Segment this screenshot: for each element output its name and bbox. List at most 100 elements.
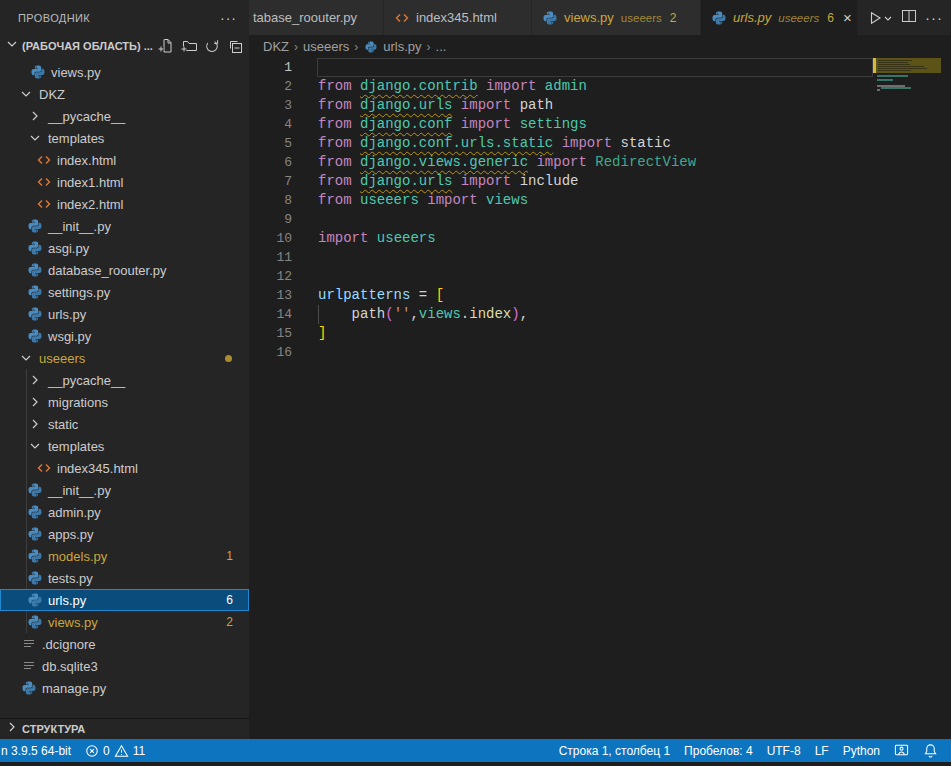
problems-status[interactable]: 0 11 bbox=[78, 744, 152, 758]
line-number: 5 bbox=[249, 134, 292, 153]
tree-item-static[interactable]: static bbox=[0, 413, 249, 435]
file-file-icon bbox=[21, 636, 37, 652]
chevron-right-icon bbox=[27, 108, 43, 124]
minimap[interactable] bbox=[873, 58, 941, 258]
line-number: 14 bbox=[249, 305, 292, 324]
editor-indent-guide bbox=[318, 305, 319, 324]
modified-dot bbox=[225, 355, 232, 362]
chevron-down-icon bbox=[18, 86, 34, 102]
tree-item-views-py[interactable]: views.py2 bbox=[0, 611, 249, 633]
tree-item-apps-py[interactable]: apps.py bbox=[0, 523, 249, 545]
tree-item-templates[interactable]: templates bbox=[0, 127, 249, 149]
line-number: 3 bbox=[249, 96, 292, 115]
tree-item-DKZ[interactable]: DKZ bbox=[0, 83, 249, 105]
python-version-status[interactable]: n 3.9.5 64-bit bbox=[0, 744, 78, 758]
warning-icon bbox=[114, 744, 129, 758]
code-line-11: 11 bbox=[249, 248, 951, 267]
code-editor[interactable]: 12from django.contrib import admin3from … bbox=[249, 58, 951, 362]
html-file-icon bbox=[36, 196, 52, 212]
code-line-16: 16 bbox=[249, 343, 951, 362]
py-file-icon bbox=[542, 10, 558, 26]
html-file-icon bbox=[36, 174, 52, 190]
tree-item-index-html[interactable]: index.html bbox=[0, 149, 249, 171]
feedback-icon[interactable] bbox=[887, 743, 916, 758]
new-file-icon[interactable] bbox=[158, 38, 174, 54]
eol-status[interactable]: LF bbox=[808, 744, 836, 758]
breadcrumb-item[interactable]: ... bbox=[436, 39, 447, 54]
breadcrumb-item[interactable]: DKZ bbox=[263, 39, 289, 54]
code-line-1: 1 bbox=[249, 58, 951, 77]
chevron-right-icon bbox=[27, 394, 43, 410]
py-file-icon bbox=[27, 482, 43, 498]
py-file-icon bbox=[21, 680, 37, 696]
line-number: 10 bbox=[249, 229, 292, 248]
encoding-status[interactable]: UTF-8 bbox=[760, 744, 808, 758]
code-line-9: 9 bbox=[249, 210, 951, 229]
chevron-down-icon bbox=[27, 130, 43, 146]
tab-index345-html[interactable]: index345.html bbox=[384, 0, 531, 35]
editor-actions: ··· bbox=[867, 0, 951, 35]
refresh-icon[interactable] bbox=[204, 38, 220, 54]
html-file-icon bbox=[394, 10, 410, 26]
tree-item-index2-html[interactable]: index2.html bbox=[0, 193, 249, 215]
tree-item-templates[interactable]: templates bbox=[0, 435, 249, 457]
line-number: 1 bbox=[249, 58, 292, 77]
tree-item-admin-py[interactable]: admin.py bbox=[0, 501, 249, 523]
notifications-bell-icon[interactable] bbox=[916, 743, 945, 758]
breadcrumb-item[interactable]: urls.py bbox=[383, 39, 421, 54]
structure-section-header[interactable]: СТРУКТУРА bbox=[0, 718, 249, 739]
workspace-section-header[interactable]: (РАБОЧАЯ ОБЛАСТЬ) ... bbox=[0, 35, 249, 57]
tree-item-index1-html[interactable]: index1.html bbox=[0, 171, 249, 193]
tree-item--pycache-[interactable]: __pycache__ bbox=[0, 105, 249, 127]
tree-item-asgi-py[interactable]: asgi.py bbox=[0, 237, 249, 259]
py-file-icon bbox=[27, 592, 43, 608]
py-file-icon bbox=[27, 306, 43, 322]
py-file-icon bbox=[30, 64, 46, 80]
tree-item-db-sqlite3[interactable]: db.sqlite3 bbox=[0, 655, 249, 677]
explorer-sidebar: ПРОВОДНИК ··· (РАБОЧАЯ ОБЛАСТЬ) ... view… bbox=[0, 0, 249, 739]
tree-item-index345-html[interactable]: index345.html bbox=[0, 457, 249, 479]
tree-item--pycache-[interactable]: __pycache__ bbox=[0, 369, 249, 391]
tree-item-urls-py[interactable]: urls.py bbox=[0, 303, 249, 325]
tab-bar: tabase_roouter.pyindex345.htmlviews.pyus… bbox=[249, 0, 951, 35]
explorer-more-icon[interactable]: ··· bbox=[220, 10, 237, 26]
code-line-6: 6from django.views.generic import Redire… bbox=[249, 153, 951, 172]
window-bottom-edge bbox=[0, 762, 951, 766]
breadcrumb-item[interactable]: useeers bbox=[303, 39, 349, 54]
breadcrumb-separator: › bbox=[354, 40, 358, 54]
tree-item-settings-py[interactable]: settings.py bbox=[0, 281, 249, 303]
editor-group: tabase_roouter.pyindex345.htmlviews.pyus… bbox=[249, 0, 951, 739]
tree-item-views-py[interactable]: views.py bbox=[0, 61, 249, 83]
tree-item--dcignore[interactable]: .dcignore bbox=[0, 633, 249, 655]
tree-item--init-py[interactable]: __init__.py bbox=[0, 479, 249, 501]
language-status[interactable]: Python bbox=[836, 744, 887, 758]
tab-urls-py[interactable]: urls.pyuseeers6× bbox=[701, 0, 857, 35]
cursor-position-status[interactable]: Строка 1, столбец 1 bbox=[552, 744, 677, 758]
breadcrumb: DKZ›useeers›urls.py›... bbox=[249, 35, 951, 58]
tab-views-py[interactable]: views.pyuseeers2 bbox=[532, 0, 700, 35]
indentation-status[interactable]: Пробелов: 4 bbox=[677, 744, 760, 758]
tree-item-useeers[interactable]: useeers bbox=[0, 347, 249, 369]
tree-item-database-roouter-py[interactable]: database_roouter.py bbox=[0, 259, 249, 281]
chevron-down-icon bbox=[27, 438, 43, 454]
close-icon[interactable]: × bbox=[843, 10, 852, 25]
collapse-all-icon[interactable] bbox=[227, 38, 243, 54]
chevron-right-icon bbox=[27, 416, 43, 432]
tree-item-manage-py[interactable]: manage.py bbox=[0, 677, 249, 699]
py-file-icon bbox=[27, 570, 43, 586]
tree-item--init-py[interactable]: __init__.py bbox=[0, 215, 249, 237]
split-editor-icon[interactable] bbox=[901, 8, 917, 28]
py-file-icon bbox=[27, 526, 43, 542]
tree-item-models-py[interactable]: models.py1 bbox=[0, 545, 249, 567]
editor-more-icon[interactable]: ··· bbox=[925, 9, 943, 26]
tree-item-migrations[interactable]: migrations bbox=[0, 391, 249, 413]
tree-item-wsgi-py[interactable]: wsgi.py bbox=[0, 325, 249, 347]
line-number: 2 bbox=[249, 77, 292, 96]
new-folder-icon[interactable] bbox=[181, 38, 197, 54]
tree-item-urls-py[interactable]: urls.py6 bbox=[0, 589, 249, 611]
tab-tabase-roouter-py[interactable]: tabase_roouter.py bbox=[249, 0, 383, 35]
tree-item-tests-py[interactable]: tests.py bbox=[0, 567, 249, 589]
code-line-8: 8from useeers import views bbox=[249, 191, 951, 210]
run-button[interactable] bbox=[867, 10, 893, 26]
code-line-14: 14 path('',views.index), bbox=[249, 305, 951, 324]
